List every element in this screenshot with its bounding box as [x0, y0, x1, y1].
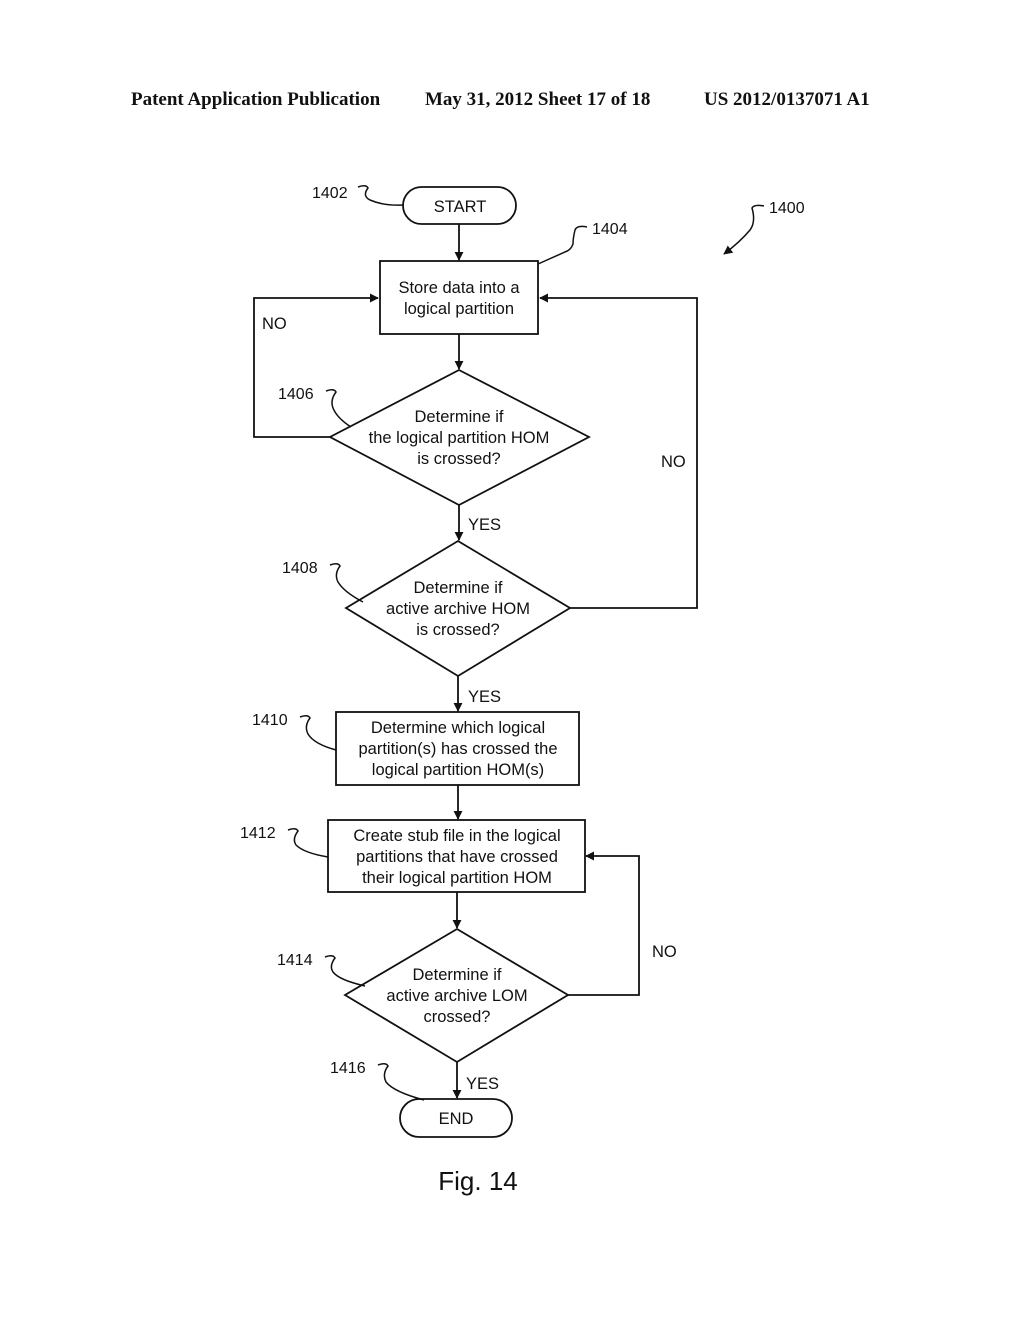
- node-check-lp-line: the logical partition HOM: [369, 429, 550, 447]
- node-check-aa-hom-line: active archive HOM: [386, 600, 530, 618]
- edge-label-yes: YES: [466, 1075, 499, 1093]
- leader-1402: [357, 184, 404, 206]
- leader-1410: [299, 714, 337, 751]
- edge-label-yes: YES: [468, 688, 501, 706]
- node-check-aa-lom-line: crossed?: [424, 1008, 491, 1026]
- node-which-lp: Determine which logical partition(s) has…: [335, 711, 580, 786]
- node-store-line: logical partition: [404, 300, 514, 318]
- node-stub: Create stub file in the logical partitio…: [327, 819, 586, 893]
- leader-1404: [537, 225, 588, 265]
- node-store-line: Store data into a: [398, 279, 520, 297]
- node-store: Store data into a logical partition: [379, 260, 539, 335]
- node-stub-line: partitions that have crossed: [356, 848, 558, 866]
- leader-1406: [325, 388, 352, 428]
- figure-label: Fig. 14: [438, 1166, 518, 1196]
- node-which-lp-line: logical partition HOM(s): [372, 761, 544, 779]
- ref-1404: 1404: [592, 221, 628, 238]
- node-stub-line: their logical partition HOM: [362, 869, 552, 887]
- node-which-lp-line: Determine which logical: [371, 719, 545, 737]
- edge-label-no: NO: [652, 943, 677, 961]
- node-stub-line: Create stub file in the logical: [353, 827, 560, 845]
- leader-1412: [287, 827, 329, 858]
- ref-1410: 1410: [252, 712, 288, 729]
- leader-1400: [723, 204, 765, 255]
- node-check-aa-hom-line: is crossed?: [416, 621, 499, 639]
- edge-label-yes: YES: [468, 516, 501, 534]
- node-start: START: [402, 186, 517, 225]
- node-check-lp-line: Determine if: [415, 408, 504, 426]
- ref-1416: 1416: [330, 1060, 366, 1077]
- leader-1408: [329, 562, 364, 603]
- node-check-aa-lom: Determine if active archive LOM crossed?: [343, 927, 570, 1064]
- ref-1408: 1408: [282, 560, 318, 577]
- node-start-label: START: [434, 198, 487, 216]
- node-check-aa-lom-line: Determine if: [413, 966, 502, 984]
- leader-1416: [377, 1062, 425, 1101]
- node-check-aa-lom-line: active archive LOM: [386, 987, 527, 1005]
- node-check-aa-hom-line: Determine if: [414, 579, 503, 597]
- ref-1400: 1400: [769, 200, 805, 217]
- ref-1406: 1406: [278, 386, 314, 403]
- edge-label-no: NO: [262, 315, 287, 333]
- node-check-aa-hom: Determine if active archive HOM is cross…: [344, 539, 572, 678]
- node-which-lp-line: partition(s) has crossed the: [358, 740, 557, 758]
- edge-label-no: NO: [661, 453, 686, 471]
- ref-1402: 1402: [312, 185, 348, 202]
- ref-1412: 1412: [240, 825, 276, 842]
- node-check-lp-line: is crossed?: [417, 450, 500, 468]
- leader-1414: [324, 954, 366, 987]
- node-end-label: END: [439, 1110, 474, 1128]
- ref-1414: 1414: [277, 952, 313, 969]
- flowchart: NO YES NO YES NO YES START Store data in…: [240, 184, 805, 1196]
- node-end: END: [399, 1098, 513, 1138]
- node-check-lp: Determine if the logical partition HOM i…: [328, 368, 591, 507]
